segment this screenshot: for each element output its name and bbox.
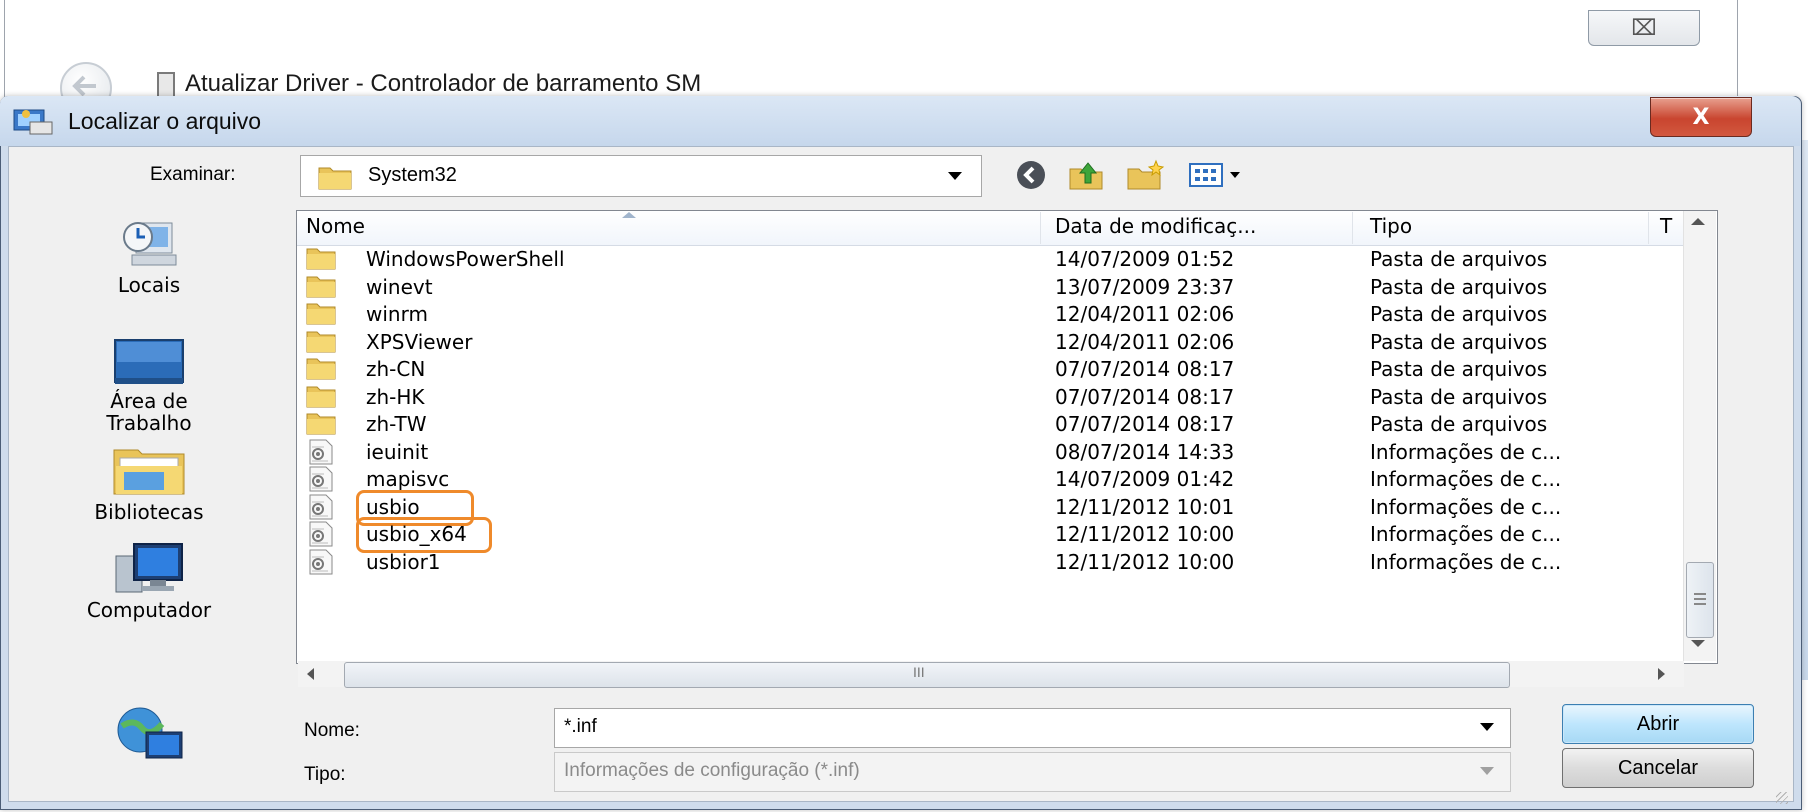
computer-icon	[44, 542, 254, 598]
background-window-title: Atualizar Driver - Controlador de barram…	[185, 70, 702, 97]
chevron-down-icon[interactable]	[1480, 767, 1494, 775]
folder-icon	[306, 274, 336, 302]
dialog-app-icon	[12, 106, 56, 136]
horizontal-scroll-thumb[interactable]: III	[344, 662, 1510, 688]
folder-icon	[306, 411, 336, 439]
views-menu-icon[interactable]	[1186, 158, 1250, 192]
inf-file-icon	[306, 521, 336, 551]
column-divider[interactable]	[1648, 212, 1649, 244]
background-close-button[interactable]: ⌧	[1588, 10, 1700, 46]
scroll-down-arrow-icon[interactable]	[1691, 640, 1705, 647]
chevron-down-icon[interactable]	[948, 172, 962, 180]
back-arrow-icon	[72, 75, 96, 97]
sort-ascending-icon	[622, 212, 636, 218]
list-header	[297, 211, 1715, 246]
column-divider[interactable]	[1040, 212, 1041, 244]
folder-icon	[306, 329, 336, 357]
recent-places-icon	[44, 215, 254, 273]
cancel-button[interactable]: Cancelar	[1562, 748, 1754, 788]
folder-icon	[318, 164, 352, 194]
column-header-name[interactable]: Nome	[306, 214, 365, 238]
scroll-grip: III	[913, 664, 925, 680]
chevron-down-icon[interactable]	[1480, 723, 1494, 731]
vertical-scroll-thumb[interactable]	[1686, 562, 1714, 638]
folder-icon	[306, 356, 336, 384]
column-header-date[interactable]: Data de modificaç...	[1055, 214, 1256, 238]
folder-icon	[306, 384, 336, 412]
place-computer[interactable]: Computador	[44, 542, 254, 622]
filename-label: Nome:	[304, 720, 360, 741]
column-header-type[interactable]: Tipo	[1370, 214, 1412, 238]
place-label: Locais	[117, 273, 181, 297]
resize-grip-icon[interactable]	[1776, 792, 1788, 804]
filename-combobox[interactable]	[554, 708, 1511, 748]
folder-icon	[306, 301, 336, 329]
folder-icon	[306, 246, 336, 274]
filename-input[interactable]: *.inf	[564, 716, 597, 738]
column-header-size[interactable]: T	[1660, 214, 1672, 238]
desktop-icon	[44, 338, 254, 390]
close-icon: X	[1692, 104, 1710, 130]
open-button[interactable]: Abrir	[1562, 704, 1754, 744]
place-libraries[interactable]: Bibliotecas	[44, 444, 254, 524]
place-label: Área de Trabalho	[106, 389, 192, 435]
inf-file-icon	[306, 466, 336, 496]
place-label: Computador	[86, 598, 212, 622]
dialog-title: Localizar o arquivo	[68, 108, 262, 134]
file-name: usbior1	[366, 550, 441, 574]
place-network[interactable]	[44, 706, 254, 766]
dialog-title-bar[interactable]	[0, 96, 1800, 146]
file-date: 12/11/2012 10:00	[1055, 550, 1235, 574]
close-icon: ⌧	[1631, 15, 1657, 41]
inf-file-icon	[306, 549, 336, 579]
column-divider[interactable]	[1352, 212, 1353, 244]
scroll-right-arrow-icon[interactable]	[1658, 668, 1665, 680]
place-recent[interactable]: Locais	[44, 215, 254, 297]
scroll-up-arrow-icon[interactable]	[1691, 218, 1705, 225]
new-folder-icon[interactable]	[1124, 158, 1168, 192]
dialog-close-button[interactable]: X	[1650, 97, 1752, 137]
scroll-left-arrow-icon[interactable]	[307, 668, 314, 680]
place-desktop[interactable]: Área de Trabalho	[44, 338, 254, 434]
file-type: Informações de c...	[1370, 550, 1562, 574]
back-icon[interactable]	[1012, 158, 1050, 192]
look-in-value: System32	[368, 164, 457, 186]
look-in-label: Examinar:	[150, 164, 236, 185]
libraries-icon	[44, 444, 254, 500]
place-label: Bibliotecas	[94, 500, 204, 524]
network-icon	[44, 706, 254, 766]
filetype-label: Tipo:	[304, 764, 346, 785]
filetype-value: Informações de configuração (*.inf)	[564, 760, 860, 781]
up-folder-icon[interactable]	[1066, 158, 1106, 192]
